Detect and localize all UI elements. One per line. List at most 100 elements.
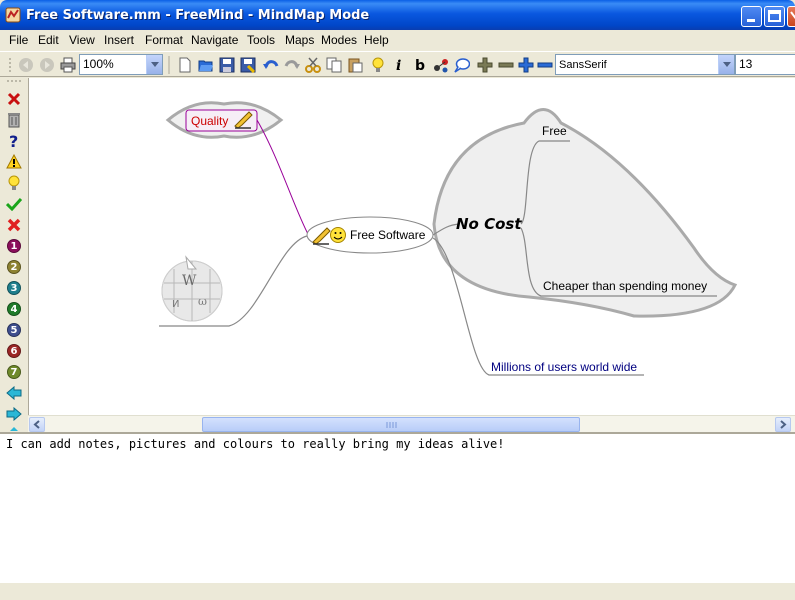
forward-disabled-icon [40, 58, 54, 72]
status-bar [0, 582, 795, 600]
icon-back-button[interactable] [5, 384, 23, 402]
menu-file[interactable]: File [9, 33, 28, 47]
font-family-value: SansSerif [559, 59, 607, 71]
print-button[interactable] [58, 55, 78, 75]
forward-arrow-icon [6, 407, 22, 421]
zoom-select[interactable]: 100% [79, 54, 163, 75]
mindmap-canvas[interactable]: W ω И Quality Free Software No Cost Free… [28, 78, 795, 416]
delete-icon [7, 92, 21, 106]
forward-button[interactable] [37, 55, 57, 75]
horizontal-scrollbar[interactable] [28, 415, 795, 432]
svg-text:b: b [415, 58, 425, 73]
back-arrow-icon [6, 386, 22, 400]
icon-cross-button[interactable] [5, 216, 23, 234]
menu-tools[interactable]: Tools [247, 33, 275, 47]
bold-button[interactable]: b [410, 55, 430, 75]
chevron-down-icon[interactable] [718, 55, 734, 74]
minimize-button[interactable] [741, 6, 762, 27]
redo-icon [284, 60, 300, 69]
icon-forward-button[interactable] [5, 405, 23, 423]
priority-2-icon: 2 [7, 260, 21, 274]
save-as-icon [240, 57, 256, 73]
redo-button[interactable] [282, 55, 302, 75]
icon-priority-5-button[interactable]: 5 [5, 321, 23, 339]
scroll-right-button[interactable] [775, 417, 791, 432]
font-family-select[interactable]: SansSerif [555, 54, 735, 75]
menu-format[interactable]: Format [145, 33, 183, 47]
application-window: Free Software.mm - FreeMind - MindMap Mo… [0, 0, 795, 600]
zoom-in-button[interactable] [516, 55, 536, 75]
copy-icon [326, 57, 342, 73]
menu-help[interactable]: Help [364, 33, 389, 47]
icon-priority-1-button[interactable]: 1 [5, 237, 23, 255]
chevron-down-icon[interactable] [146, 55, 162, 74]
icon-toolbar: ? 1 2 3 4 5 6 7 [0, 78, 28, 432]
back-disabled-icon [19, 58, 33, 72]
cloud-button[interactable] [431, 55, 451, 75]
no-cost-node[interactable]: No Cost [456, 215, 522, 233]
icon-priority-3-button[interactable]: 3 [5, 279, 23, 297]
menu-modes[interactable]: Modes [321, 33, 357, 47]
cheaper-node[interactable]: Cheaper than spending money [543, 279, 707, 293]
icon-warning-button[interactable] [5, 153, 23, 171]
check-icon [6, 197, 22, 211]
window-title: Free Software.mm - FreeMind - MindMap Mo… [26, 8, 370, 23]
notes-text[interactable]: I can add notes, pictures and colours to… [6, 437, 505, 451]
remove-icon-button[interactable] [5, 90, 23, 108]
new-map-button[interactable] [175, 55, 195, 75]
idea-button[interactable] [368, 55, 388, 75]
cross-icon [7, 218, 21, 232]
menu-edit[interactable]: Edit [38, 33, 59, 47]
title-bar[interactable]: Free Software.mm - FreeMind - MindMap Mo… [0, 0, 795, 30]
minus-icon [537, 62, 553, 68]
zoom-out-button[interactable] [535, 55, 555, 75]
icon-check-button[interactable] [5, 195, 23, 213]
millions-node[interactable]: Millions of users world wide [491, 360, 637, 374]
svg-text:?: ? [9, 133, 18, 149]
open-button[interactable] [196, 55, 216, 75]
scroll-thumb[interactable] [202, 417, 580, 432]
italic-button[interactable]: i [389, 55, 409, 75]
paste-button[interactable] [345, 55, 365, 75]
icon-idea-button[interactable] [5, 174, 23, 192]
copy-button[interactable] [324, 55, 344, 75]
quality-node[interactable]: Quality [191, 114, 228, 128]
zoom-in-large-button[interactable] [475, 55, 495, 75]
menu-maps[interactable]: Maps [285, 33, 314, 47]
menu-navigate[interactable]: Navigate [191, 33, 238, 47]
icon-priority-6-button[interactable]: 6 [5, 342, 23, 360]
freemind-app-icon[interactable] [5, 7, 21, 23]
menu-insert[interactable]: Insert [104, 33, 134, 47]
bold-icon: b [415, 58, 425, 73]
plus-icon [518, 57, 534, 73]
zoom-out-large-button[interactable] [496, 55, 516, 75]
note-button[interactable] [452, 55, 472, 75]
free-node[interactable]: Free [542, 124, 567, 138]
close-button[interactable] [787, 6, 795, 27]
save-button[interactable] [217, 55, 237, 75]
toolbar-grip-icon[interactable] [8, 56, 12, 74]
save-as-button[interactable] [238, 55, 258, 75]
maximize-button[interactable] [764, 6, 785, 27]
icon-priority-4-button[interactable]: 4 [5, 300, 23, 318]
chevron-left-icon [33, 420, 40, 429]
main-toolbar: 100% i b SansSerif 13 [0, 51, 795, 77]
back-button[interactable] [16, 55, 36, 75]
menu-view[interactable]: View [69, 33, 95, 47]
icon-priority-7-button[interactable]: 7 [5, 363, 23, 381]
iconbar-grip-icon[interactable] [6, 79, 22, 83]
font-size-select[interactable]: 13 [735, 54, 795, 75]
svg-text:W: W [182, 273, 197, 289]
undo-button[interactable] [261, 55, 281, 75]
maximize-icon [768, 10, 781, 22]
chevron-right-icon [780, 420, 787, 429]
undo-icon [263, 60, 279, 69]
remove-all-icons-button[interactable] [5, 111, 23, 129]
cut-button[interactable] [303, 55, 323, 75]
paste-clipboard-icon [348, 58, 363, 73]
icon-question-button[interactable]: ? [5, 132, 23, 150]
icon-priority-2-button[interactable]: 2 [5, 258, 23, 276]
scroll-left-button[interactable] [29, 417, 45, 432]
notes-editor[interactable]: I can add notes, pictures and colours to… [0, 432, 795, 582]
root-node[interactable]: Free Software [350, 228, 425, 242]
